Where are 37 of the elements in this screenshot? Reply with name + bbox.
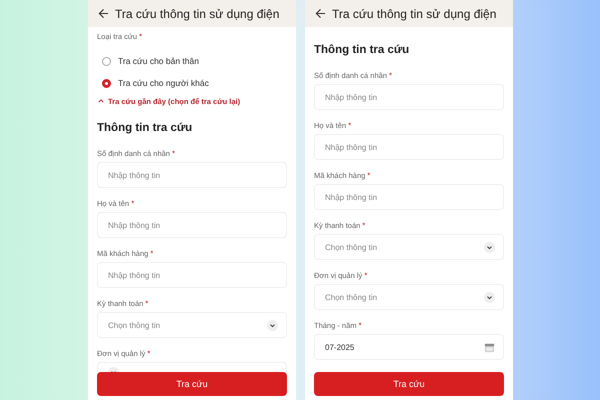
select-field[interactable]: Chọn thông tin <box>314 234 504 260</box>
required-mark: * <box>388 70 392 80</box>
required-mark: * <box>131 198 134 208</box>
screen-title: Tra cứu thông tin sử dụng điện <box>332 6 496 20</box>
search-button[interactable]: Tra cứu <box>314 372 504 396</box>
input-field[interactable]: Nhập thông tin <box>97 212 287 238</box>
radio-button[interactable] <box>102 78 111 88</box>
section-title: Thông tin tra cứu <box>97 121 194 136</box>
required-mark: * <box>358 320 362 330</box>
required-mark: * <box>348 120 352 130</box>
select-field[interactable] <box>97 362 287 372</box>
radio-button[interactable] <box>102 56 111 66</box>
select-field[interactable]: Chọn thông tin <box>314 284 504 310</box>
required-mark: * <box>150 248 154 258</box>
screen-title: Tra cứu thông tin sử dụng điện <box>115 6 280 20</box>
required-mark: * <box>367 170 370 180</box>
calendar-icon <box>484 342 495 352</box>
required-mark: * <box>172 148 176 158</box>
required-mark: * <box>362 220 366 230</box>
section-title: Thông tin tra cứu <box>314 43 410 58</box>
required-mark: * <box>139 32 142 40</box>
required-mark: * <box>147 348 150 358</box>
input-field[interactable]: Nhập thông tin <box>97 162 287 188</box>
input-field[interactable]: Nhập thông tin <box>314 134 504 160</box>
input-field[interactable]: Nhập thông tin <box>314 184 504 210</box>
chevron-up-icon[interactable] <box>98 98 104 104</box>
search-button[interactable]: Tra cứu <box>97 372 287 396</box>
required-mark: * <box>145 298 148 308</box>
input-field[interactable]: Nhập thông tin <box>314 84 504 110</box>
back-icon[interactable] <box>98 8 109 19</box>
date-field[interactable]: 07-2025 <box>314 334 504 360</box>
required-mark: * <box>364 270 368 280</box>
radio-label[interactable]: Tra cứu cho người khác <box>118 78 209 88</box>
select-field[interactable]: Chọn thông tin <box>97 312 287 338</box>
input-field[interactable]: Nhập thông tin <box>97 262 287 288</box>
radio-label[interactable]: Tra cứu cho bản thân <box>118 56 199 66</box>
back-icon[interactable] <box>315 8 326 19</box>
